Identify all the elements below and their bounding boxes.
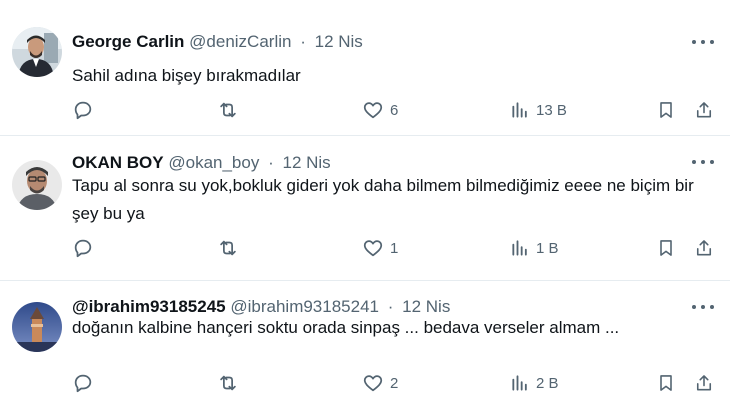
retweet-button[interactable] bbox=[216, 96, 240, 124]
bookmark-icon bbox=[660, 102, 672, 118]
tweet-text: doğanın kalbine hançeri soktu orada sinp… bbox=[72, 318, 620, 337]
retweet-icon bbox=[220, 375, 236, 391]
views-button[interactable]: 2 B bbox=[510, 369, 559, 397]
bookmark-button[interactable] bbox=[656, 96, 676, 124]
author-handle[interactable]: @denizCarlin bbox=[189, 32, 291, 51]
share-button[interactable] bbox=[694, 369, 714, 397]
retweet-button[interactable] bbox=[216, 234, 240, 262]
view-count: 13 B bbox=[536, 101, 567, 119]
tweet-actions: 6 13 B bbox=[72, 96, 716, 124]
tweet-date[interactable]: 12 Nis bbox=[283, 153, 331, 172]
retweet-icon bbox=[220, 240, 236, 256]
tweet[interactable]: George Carlin @denizCarlin · 12 Nis Sahi… bbox=[0, 0, 730, 136]
views-button[interactable]: 13 B bbox=[510, 96, 567, 124]
bookmark-icon bbox=[660, 375, 672, 391]
avatar[interactable] bbox=[12, 302, 62, 352]
tweet-header: George Carlin @denizCarlin · 12 Nis bbox=[72, 32, 363, 52]
more-icon[interactable] bbox=[692, 34, 714, 50]
tweet-actions: 2 2 B bbox=[72, 369, 716, 397]
views-button[interactable]: 1 B bbox=[510, 234, 559, 262]
heart-icon bbox=[363, 375, 383, 392]
avatar[interactable] bbox=[12, 27, 62, 77]
more-icon[interactable] bbox=[692, 299, 714, 315]
share-icon bbox=[696, 102, 712, 118]
view-count: 1 B bbox=[536, 239, 559, 257]
reply-button[interactable] bbox=[72, 96, 94, 124]
like-count: 2 bbox=[390, 374, 399, 392]
retweet-icon bbox=[220, 102, 236, 118]
views-icon bbox=[512, 240, 527, 256]
author-handle[interactable]: @okan_boy bbox=[168, 153, 259, 172]
share-button[interactable] bbox=[694, 234, 714, 262]
share-icon bbox=[696, 375, 712, 391]
separator: · bbox=[268, 153, 274, 172]
tweet-header: OKAN BOY @okan_boy · 12 Nis bbox=[72, 153, 331, 173]
tweet[interactable]: OKAN BOY @okan_boy · 12 Nis Tapu al sonr… bbox=[0, 136, 730, 281]
tweet-text: Tapu al sonra su yok,bokluk gideri yok d… bbox=[72, 176, 694, 223]
reply-icon bbox=[74, 101, 92, 120]
like-button[interactable]: 2 bbox=[362, 369, 398, 397]
share-icon bbox=[696, 240, 712, 256]
like-button[interactable]: 6 bbox=[362, 96, 398, 124]
reply-icon bbox=[74, 239, 92, 258]
tweet[interactable]: @ibrahim93185245 @ibrahim93185241 · 12 N… bbox=[0, 281, 730, 420]
tweet-date[interactable]: 12 Nis bbox=[315, 32, 363, 51]
reply-icon bbox=[74, 374, 92, 393]
share-button[interactable] bbox=[694, 96, 714, 124]
view-count: 2 B bbox=[536, 374, 559, 392]
heart-icon bbox=[363, 102, 383, 119]
avatar[interactable] bbox=[12, 160, 62, 210]
tweet-text: Sahil adına bişey bırakmadılar bbox=[72, 66, 301, 85]
author-name[interactable]: OKAN BOY bbox=[72, 153, 164, 172]
bookmark-button[interactable] bbox=[656, 369, 676, 397]
like-count: 6 bbox=[390, 101, 399, 119]
views-icon bbox=[512, 375, 527, 391]
tweet-actions: 1 1 B bbox=[72, 234, 716, 262]
heart-icon bbox=[363, 240, 383, 257]
author-name[interactable]: George Carlin bbox=[72, 32, 184, 51]
bookmark-button[interactable] bbox=[656, 234, 676, 262]
reply-button[interactable] bbox=[72, 234, 94, 262]
like-button[interactable]: 1 bbox=[362, 234, 398, 262]
separator: · bbox=[300, 32, 306, 51]
bookmark-icon bbox=[660, 240, 672, 256]
more-icon[interactable] bbox=[692, 154, 714, 170]
retweet-button[interactable] bbox=[216, 369, 240, 397]
like-count: 1 bbox=[390, 239, 399, 257]
reply-button[interactable] bbox=[72, 369, 94, 397]
views-icon bbox=[512, 102, 527, 118]
